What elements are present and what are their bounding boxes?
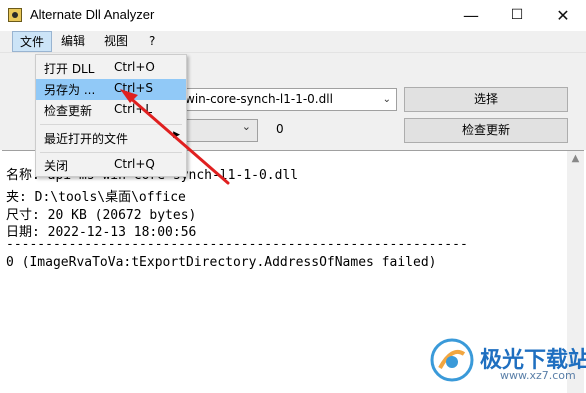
watermark-url: www.xz7.com [500, 369, 576, 382]
watermark-logo-icon [430, 338, 474, 382]
annotation-arrow-icon [120, 89, 230, 185]
